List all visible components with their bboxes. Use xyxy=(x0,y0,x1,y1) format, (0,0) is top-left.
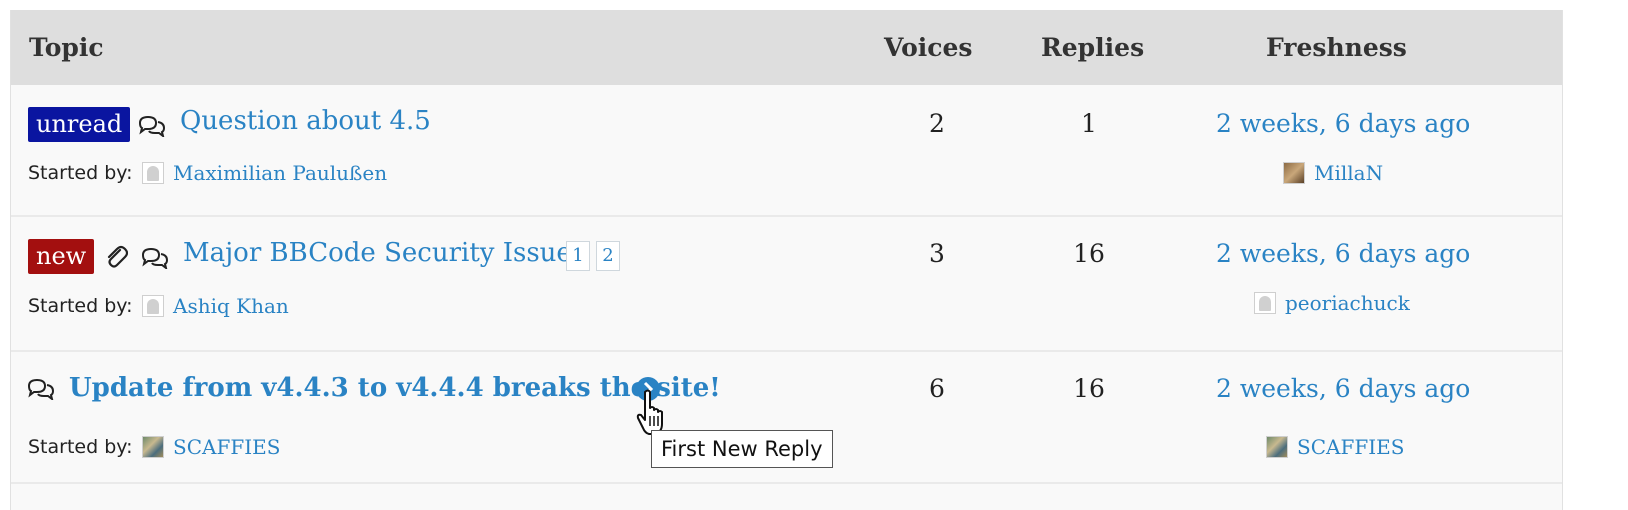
header-voices: Voices xyxy=(884,33,973,62)
started-by-label: Started by: xyxy=(28,436,133,458)
new-badge: new xyxy=(28,239,95,274)
header-topic: Topic xyxy=(29,33,104,62)
voices-count: 3 xyxy=(929,239,945,268)
topic-list-header: Topic Voices Replies Freshness xyxy=(11,10,1562,85)
freshness-link[interactable]: 2 weeks, 6 days ago xyxy=(1216,374,1470,403)
author-link[interactable]: SCAFFIES xyxy=(173,435,280,459)
replies-count: 16 xyxy=(1073,374,1105,403)
header-freshness: Freshness xyxy=(1266,33,1407,62)
last-poster-link[interactable]: MillaN xyxy=(1314,161,1383,185)
author-link[interactable]: Ashiq Khan xyxy=(173,294,289,318)
topic-title-link[interactable]: Update from v4.4.3 to v4.4.4 breaks the … xyxy=(69,372,721,404)
header-replies: Replies xyxy=(1041,33,1145,62)
last-poster-avatar[interactable] xyxy=(1283,162,1305,184)
last-poster-avatar[interactable] xyxy=(1254,292,1276,314)
voices-count: 2 xyxy=(929,109,945,138)
topic-row: new Major BBCode Security Issue 1 2 Star… xyxy=(11,217,1562,352)
page-link-1[interactable]: 1 xyxy=(566,241,590,271)
last-poster-link[interactable]: SCAFFIES xyxy=(1297,435,1404,459)
last-poster-avatar[interactable] xyxy=(1266,436,1288,458)
discussion-icon xyxy=(141,247,169,269)
started-by-label: Started by: xyxy=(28,162,133,184)
replies-count: 16 xyxy=(1073,239,1105,268)
discussion-icon xyxy=(27,378,55,400)
first-new-reply-tooltip: First New Reply xyxy=(651,430,833,468)
replies-count: 1 xyxy=(1081,109,1097,138)
topic-title-link[interactable]: Major BBCode Security Issue xyxy=(183,237,572,269)
author-avatar[interactable] xyxy=(142,162,164,184)
freshness-link[interactable]: 2 weeks, 6 days ago xyxy=(1216,109,1470,138)
unread-badge: unread xyxy=(28,107,131,142)
discussion-icon xyxy=(138,115,166,137)
author-link[interactable]: Maximilian Paulußen xyxy=(173,161,387,185)
freshness-link[interactable]: 2 weeks, 6 days ago xyxy=(1216,239,1470,268)
last-poster-link[interactable]: peoriachuck xyxy=(1285,291,1410,315)
hand-cursor-icon xyxy=(635,388,669,436)
voices-count: 6 xyxy=(929,374,945,403)
author-avatar[interactable] xyxy=(142,295,164,317)
paperclip-icon xyxy=(104,244,128,270)
topic-row: unread Question about 4.5 Started by: Ma… xyxy=(11,85,1562,217)
page-link-2[interactable]: 2 xyxy=(596,241,620,271)
topic-title-link[interactable]: Question about 4.5 xyxy=(180,105,431,137)
started-by-label: Started by: xyxy=(28,295,133,317)
author-avatar[interactable] xyxy=(142,436,164,458)
